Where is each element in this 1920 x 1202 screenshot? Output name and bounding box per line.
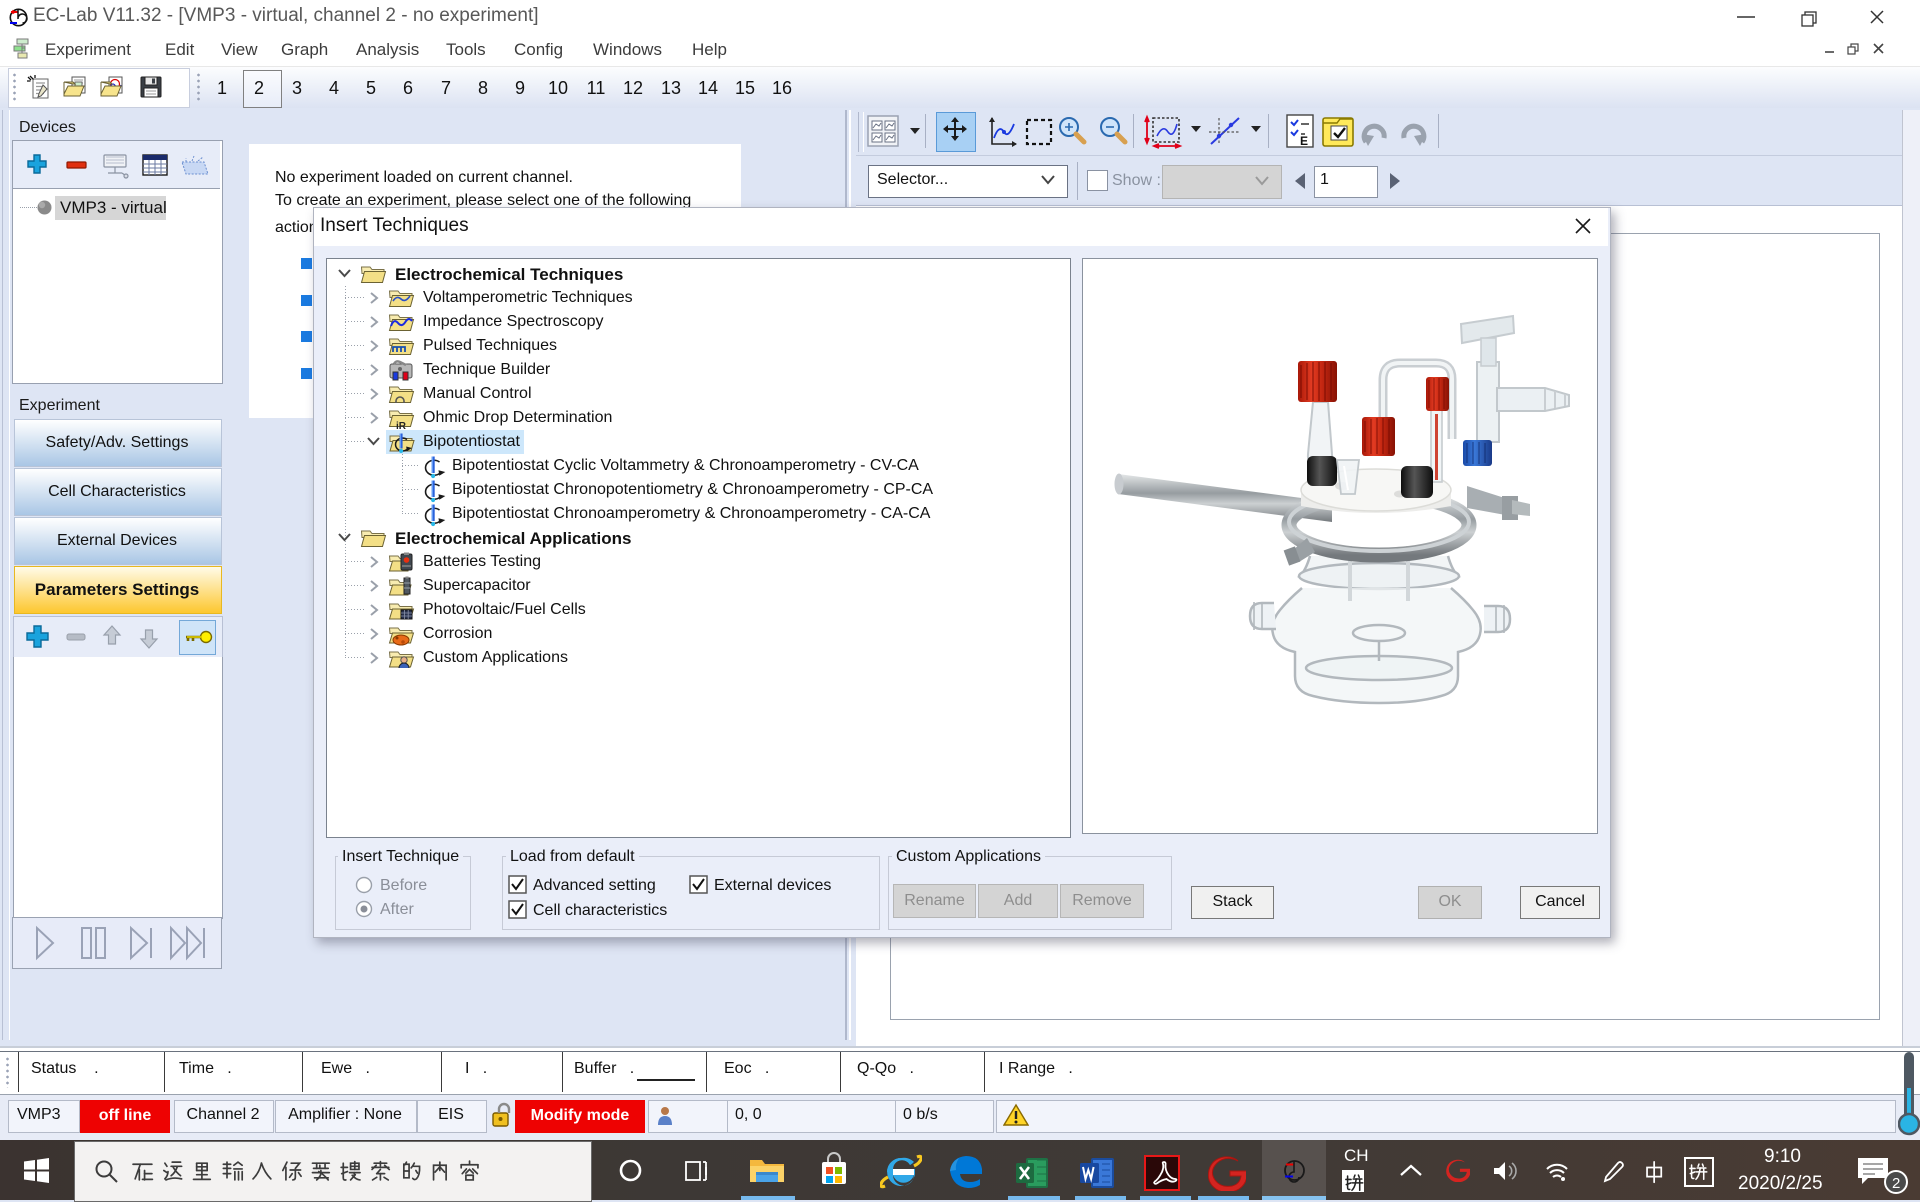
- svg-text:2: 2: [1892, 1175, 1900, 1192]
- svg-text:iR: iR: [396, 421, 407, 430]
- svg-text:E: E: [1300, 134, 1308, 148]
